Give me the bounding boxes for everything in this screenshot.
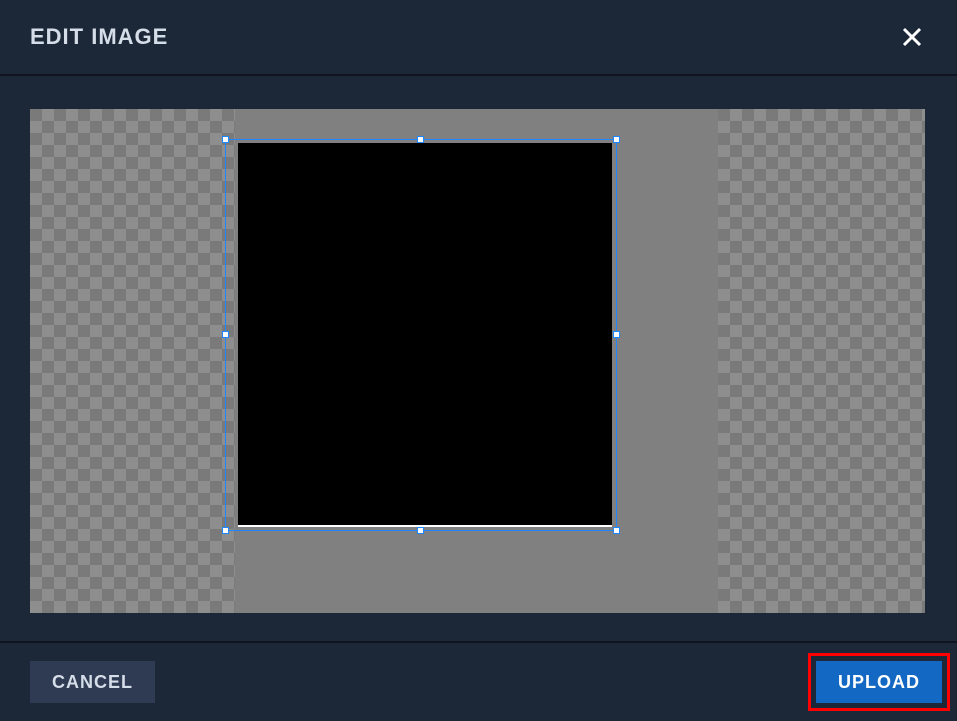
transparent-bg-left [30,109,235,613]
close-button[interactable] [897,22,927,52]
transparent-bg-right [718,109,925,613]
modal-footer: CANCEL UPLOAD [0,641,957,721]
crop-handle-bottom-right[interactable] [613,527,620,534]
upload-button[interactable]: UPLOAD [816,661,942,703]
crop-handle-top-right[interactable] [613,136,620,143]
upload-highlight-box: UPLOAD [808,653,950,711]
modal-header: EDIT IMAGE [0,0,957,76]
cancel-button[interactable]: CANCEL [30,661,155,703]
crop-handle-middle-right[interactable] [613,331,620,338]
crop-handle-bottom-left[interactable] [222,527,229,534]
crop-handle-top-middle[interactable] [417,136,424,143]
modal-title: EDIT IMAGE [30,24,168,50]
crop-handle-top-left[interactable] [222,136,229,143]
crop-preview [238,143,612,527]
crop-handle-middle-left[interactable] [222,331,229,338]
image-canvas[interactable] [30,109,925,613]
close-icon [900,25,924,49]
crop-handle-bottom-middle[interactable] [417,527,424,534]
edit-image-modal: EDIT IMAGE CANCEL UPLOAD [0,0,957,721]
crop-selection[interactable] [225,139,617,531]
